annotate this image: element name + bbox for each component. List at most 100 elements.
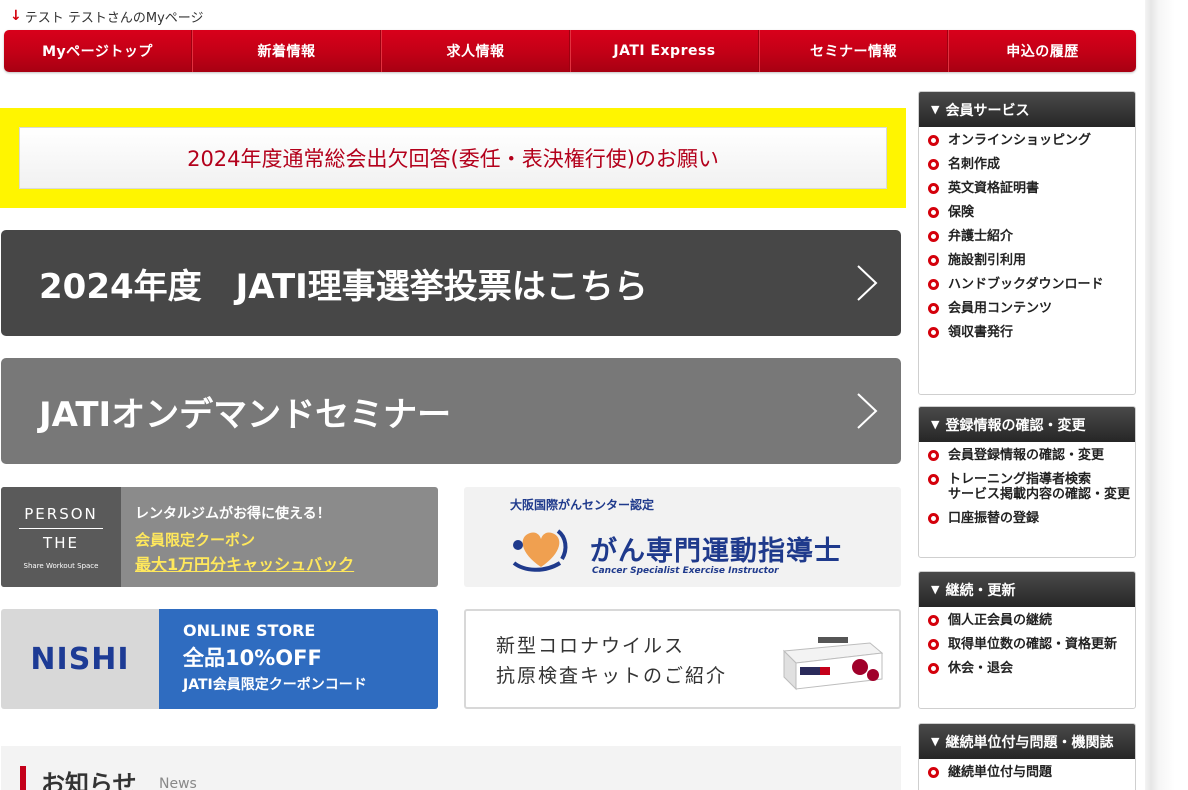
sidebar-item-english-certificate[interactable]: 英文資格証明書: [928, 181, 1135, 196]
sidebar-item-receipt[interactable]: 領収書発行: [928, 325, 1135, 340]
ad-subtitle: Cancer Specialist Exercise Instructor: [592, 566, 779, 576]
triangle-down-icon: ▼: [931, 418, 940, 431]
bullet-icon: [928, 255, 939, 266]
news-section: お知らせ News: [1, 746, 901, 790]
nav-seminar[interactable]: セミナー情報: [759, 30, 948, 72]
triangle-down-icon: ▼: [931, 735, 940, 748]
sidebar-section-title: 登録情報の確認・変更: [945, 417, 1086, 434]
sidebar-item-membership-continue[interactable]: 個人正会員の継続: [928, 613, 1135, 628]
sidebar-item-label: 領収書発行: [948, 325, 1014, 340]
logo-line-1: PERSON: [24, 504, 98, 523]
bullet-icon: [928, 303, 939, 314]
nav-jobs[interactable]: 求人情報: [381, 30, 570, 72]
ad-line-2: 会員限定クーポン: [135, 531, 256, 549]
sidebar-item-leave-withdraw[interactable]: 休会・退会: [928, 661, 1135, 676]
sidebar-item-lawyer[interactable]: 弁護士紹介: [928, 229, 1135, 244]
sidebar-item-label: 英文資格証明書: [948, 181, 1040, 196]
sidebar-item-facility-discount[interactable]: 施設割引利用: [928, 253, 1135, 268]
nishi-ad[interactable]: NISHI ONLINE STORE 全品10%OFF JATI会員限定クーポン…: [1, 609, 438, 709]
cancer-specialist-ad[interactable]: 大阪国際がんセンター認定 がん専門運動指導士 Cancer Specialist…: [464, 487, 901, 587]
bullet-icon: [928, 231, 939, 242]
person-the-copy: レンタルジムがお得に使える！ 会員限定クーポン 最大1万円分キャッシュバック: [121, 487, 354, 587]
nav-mypage-top[interactable]: Myページトップ: [4, 30, 192, 72]
bullet-icon: [928, 159, 939, 170]
bullet-icon: [928, 767, 939, 778]
sidebar-section-title: 会員サービス: [945, 102, 1030, 119]
person-the-logo: PERSON THE Share Workout Space: [1, 487, 121, 587]
sidebar-renewal: ▼ 継続・更新 個人正会員の継続 取得単位数の確認・資格更新 休会・退会: [918, 571, 1136, 709]
ad-line-2: 全品10%OFF: [183, 646, 322, 670]
sidebar-item-online-shopping[interactable]: オンラインショッピング: [928, 133, 1135, 148]
bullet-icon: [928, 327, 939, 338]
bullet-icon: [928, 513, 939, 524]
sidebar-item-member-content[interactable]: 会員用コンテンツ: [928, 301, 1135, 316]
user-greeting: ↓ テスト テストさんのMyページ: [10, 7, 204, 26]
logo-divider: [19, 527, 103, 529]
chevron-right-icon: [857, 265, 878, 301]
bullet-icon: [928, 450, 939, 461]
triangle-down-icon: ▼: [931, 583, 940, 596]
triangle-down-icon: ▼: [931, 103, 940, 116]
bullet-icon: [928, 279, 939, 290]
sidebar-section-header: ▼ 会員サービス: [919, 92, 1135, 127]
ad-line-3: 最大1万円分キャッシュバック: [135, 555, 355, 574]
election-banner[interactable]: 2024年度 JATI理事選挙投票はこちら: [1, 230, 901, 336]
sidebar-item-credit-questions[interactable]: 継続単位付与問題: [928, 765, 1135, 780]
sidebar-item-business-card[interactable]: 名刺作成: [928, 157, 1135, 172]
general-meeting-reply-button[interactable]: 2024年度通常総会出欠回答(委任・表決権行使)のお願い: [19, 127, 887, 189]
sidebar-item-insurance[interactable]: 保険: [928, 205, 1135, 220]
logo-tagline: Share Workout Space: [23, 561, 99, 570]
sidebar-item-handbook-download[interactable]: ハンドブックダウンロード: [928, 277, 1135, 292]
test-kit-box-image: [782, 637, 884, 691]
news-title: お知らせ: [41, 770, 137, 790]
user-greeting-text: テスト テストさんのMyページ: [24, 10, 204, 26]
nav-application-history[interactable]: 申込の履歴: [948, 30, 1136, 72]
sidebar-item-label: 取得単位数の確認・資格更新: [948, 637, 1118, 652]
bullet-icon: [928, 474, 939, 485]
covid-test-kit-ad[interactable]: 新型コロナウイルス 抗原検査キットのご紹介: [464, 609, 901, 709]
bullet-icon: [928, 615, 939, 626]
heart-person-icon: [512, 529, 568, 572]
ad-title: がん専門運動指導士: [590, 536, 842, 567]
bullet-icon: [928, 183, 939, 194]
sidebar-item-label: トレーニング指導者検索 サービス掲載内容の確認・変更: [948, 472, 1131, 502]
ondemand-seminar-label: JATIオンデマンドセミナー: [39, 394, 452, 435]
bullet-icon: [928, 639, 939, 650]
chevron-right-icon: [857, 393, 878, 429]
nishi-copy: ONLINE STORE 全品10%OFF JATI会員限定クーポンコード: [159, 609, 438, 709]
sidebar-section-title: 継続単位付与問題・機関誌: [945, 734, 1114, 751]
ad-line-1: ONLINE STORE: [183, 621, 316, 640]
sidebar-section-title: 継続・更新: [945, 582, 1016, 599]
person-the-ad[interactable]: PERSON THE Share Workout Space レンタルジムがお得…: [1, 487, 438, 587]
sidebar-item-credits-renewal[interactable]: 取得単位数の確認・資格更新: [928, 637, 1135, 652]
ad-line-3: JATI会員限定クーポンコード: [183, 677, 367, 693]
nishi-logo: NISHI: [30, 641, 130, 677]
page-edge-shadow: [1145, 0, 1188, 790]
sidebar-item-label: ハンドブックダウンロード: [948, 277, 1104, 292]
sidebar-item-label: 弁護士紹介: [948, 229, 1014, 244]
nav-news[interactable]: 新着情報: [192, 30, 381, 72]
sidebar-item-label: 個人正会員の継続: [948, 613, 1053, 628]
election-banner-label: 2024年度 JATI理事選挙投票はこちら: [39, 266, 648, 307]
logo-line-2: THE: [43, 533, 79, 552]
bullet-icon: [928, 663, 939, 674]
section-marker: [20, 766, 26, 790]
ondemand-seminar-banner[interactable]: JATIオンデマンドセミナー: [1, 358, 901, 464]
sidebar-section-header: ▼ 登録情報の確認・変更: [919, 407, 1135, 442]
sidebar-item-label: 口座振替の登録: [948, 511, 1040, 526]
bullet-icon: [928, 207, 939, 218]
nav-jati-express[interactable]: JATI Express: [570, 30, 759, 72]
sidebar-section-header: ▼ 継続・更新: [919, 572, 1135, 607]
news-subtitle: News: [159, 776, 197, 790]
sidebar-credit-questions: ▼ 継続単位付与問題・機関誌 継続単位付与問題: [918, 723, 1136, 790]
sidebar-registration-info: ▼ 登録情報の確認・変更 会員登録情報の確認・変更 トレーニング指導者検索 サー…: [918, 406, 1136, 558]
bullet-icon: [928, 135, 939, 146]
sidebar-item-member-info[interactable]: 会員登録情報の確認・変更: [928, 448, 1135, 463]
sidebar-section-header: ▼ 継続単位付与問題・機関誌: [919, 724, 1135, 759]
sidebar-member-services: ▼ 会員サービス オンラインショッピング 名刺作成 英文資格証明書 保険 弁護士…: [918, 91, 1136, 395]
sidebar-item-trainer-search[interactable]: トレーニング指導者検索 サービス掲載内容の確認・変更: [928, 472, 1135, 502]
ad-line-2: 抗原検査キットのご紹介: [496, 665, 728, 687]
sidebar-item-label: 継続単位付与問題: [948, 765, 1053, 780]
sidebar-item-bank-transfer[interactable]: 口座振替の登録: [928, 511, 1135, 526]
ad-line-1: 新型コロナウイルス: [496, 635, 686, 657]
